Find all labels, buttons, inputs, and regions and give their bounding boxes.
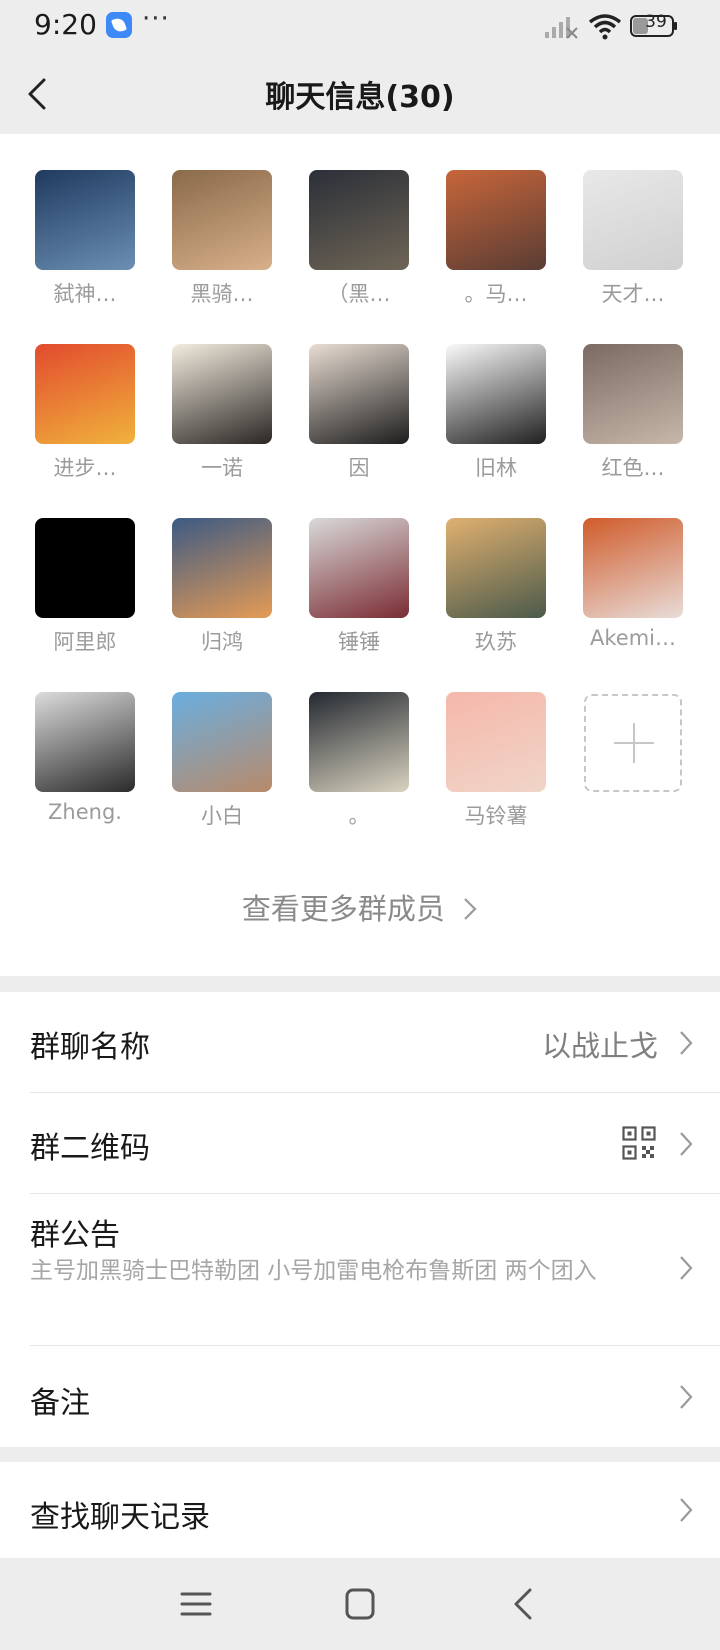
member-item[interactable]: 旧林: [431, 344, 551, 484]
avatar: [172, 518, 272, 618]
member-name: 归鸿: [201, 630, 243, 654]
member-name: 马铃薯: [464, 804, 528, 828]
avatar: [309, 692, 409, 792]
cell-signal-icon: [545, 17, 578, 39]
remark-label: 备注: [30, 1386, 90, 1421]
avatar: [172, 692, 272, 792]
member-name: 阿里郎: [53, 630, 117, 654]
avatar: [35, 170, 135, 270]
home-square-icon[interactable]: [340, 1586, 380, 1622]
member-name: 进步…: [53, 456, 117, 480]
see-more-label: 查看更多群成员: [241, 892, 445, 926]
avatar: [172, 344, 272, 444]
member-name: 。: [348, 804, 370, 828]
member-name: 红色…: [601, 456, 665, 480]
remark-row[interactable]: 备注: [0, 1346, 720, 1446]
avatar: [309, 344, 409, 444]
add-member-button[interactable]: [584, 694, 682, 792]
chevron-right-icon: [680, 1132, 693, 1156]
see-more-members-link[interactable]: 查看更多群成员: [0, 886, 720, 928]
member-name: 。马…: [464, 282, 528, 306]
member-name: 因: [348, 456, 370, 480]
back-icon[interactable]: [504, 1586, 544, 1622]
member-name: 天才…: [601, 282, 665, 306]
member-item[interactable]: （黑…: [294, 170, 414, 310]
group-notice-label: 群公告: [30, 1218, 120, 1253]
avatar: [35, 344, 135, 444]
status-more: ···: [142, 4, 170, 34]
member-item[interactable]: 。马…: [431, 170, 551, 310]
chevron-right-icon: [464, 898, 477, 920]
page-title: 聊天信息(30): [265, 80, 455, 115]
member-item[interactable]: 一诺: [157, 344, 277, 484]
avatar: [583, 518, 683, 618]
group-name-value: 以战止戈: [541, 1029, 658, 1063]
avatar: [583, 344, 683, 444]
group-settings-section: 群聊名称 以战止戈 群二维码 群公告 主号加黑骑士巴特勒团 小号加雷电枪布鲁斯团…: [0, 992, 720, 1447]
member-item[interactable]: Akemi…: [568, 518, 688, 658]
avatar: [446, 344, 546, 444]
member-item[interactable]: 归鸿: [157, 518, 277, 658]
group-name-label: 群聊名称: [30, 1030, 150, 1065]
member-item[interactable]: 进步…: [20, 344, 140, 484]
avatar: [309, 170, 409, 270]
chevron-right-icon: [680, 1031, 693, 1055]
member-name: Akemi…: [590, 626, 676, 650]
avatar: [35, 518, 135, 618]
search-history-row[interactable]: 查找聊天记录: [0, 1462, 720, 1558]
status-bar: 9:20 ··· 39: [0, 0, 720, 52]
group-notice-text: 主号加黑骑士巴特勒团 小号加雷电枪布鲁斯团 两个团入: [30, 1258, 597, 1284]
member-name: 锤锤: [338, 630, 380, 654]
menu-icon[interactable]: [176, 1586, 216, 1622]
member-item[interactable]: 马铃薯: [431, 692, 551, 832]
avatar: [583, 170, 683, 270]
member-item[interactable]: 锤锤: [294, 518, 414, 658]
search-history-label: 查找聊天记录: [30, 1500, 210, 1535]
system-nav-bar: [0, 1558, 720, 1650]
search-section: 查找聊天记录: [0, 1462, 720, 1558]
member-name: 一诺: [201, 456, 243, 480]
group-notice-row[interactable]: 群公告 主号加黑骑士巴特勒团 小号加雷电枪布鲁斯团 两个团入: [0, 1194, 720, 1344]
member-item[interactable]: 阿里郎: [20, 518, 140, 658]
member-item[interactable]: 玖苏: [431, 518, 551, 658]
avatar: [446, 518, 546, 618]
member-item[interactable]: Zheng.: [20, 692, 140, 832]
member-item[interactable]: 弑神…: [20, 170, 140, 310]
header-bar: 聊天信息(30): [0, 52, 720, 134]
member-name: 黑骑…: [190, 282, 254, 306]
avatar: [446, 170, 546, 270]
status-time: 9:20: [34, 8, 97, 41]
avatar: [446, 692, 546, 792]
member-name: 小白: [201, 804, 243, 828]
avatar: [35, 692, 135, 792]
qr-code-label: 群二维码: [30, 1131, 150, 1166]
member-name: 旧林: [475, 456, 517, 480]
chevron-right-icon: [680, 1385, 693, 1409]
group-name-row[interactable]: 群聊名称 以战止戈: [0, 992, 720, 1092]
member-item[interactable]: 天才…: [568, 170, 688, 310]
qr-code-row[interactable]: 群二维码: [0, 1093, 720, 1193]
chevron-right-icon: [680, 1498, 693, 1522]
member-item[interactable]: 小白: [157, 692, 277, 832]
members-panel: 弑神… 黑骑… （黑… 。马… 天才… 进步… 一诺 因 旧林 红色… 阿里郎 归鸿 锤锤 玖苏 Akemi…: [0, 134, 720, 976]
avatar: [172, 170, 272, 270]
battery-level: 39: [645, 12, 667, 32]
member-item[interactable]: 。: [294, 692, 414, 832]
member-item[interactable]: 因: [294, 344, 414, 484]
member-name: Zheng.: [48, 800, 122, 824]
wifi-icon: [588, 14, 622, 40]
member-name: （黑…: [327, 282, 391, 306]
avatar: [309, 518, 409, 618]
app-notification-icon: [106, 12, 132, 38]
member-name: 弑神…: [53, 282, 117, 306]
member-item[interactable]: 红色…: [568, 344, 688, 484]
member-name: 玖苏: [475, 630, 517, 654]
chevron-right-icon: [680, 1256, 693, 1280]
qr-code-icon: [622, 1126, 656, 1160]
member-item[interactable]: 黑骑…: [157, 170, 277, 310]
